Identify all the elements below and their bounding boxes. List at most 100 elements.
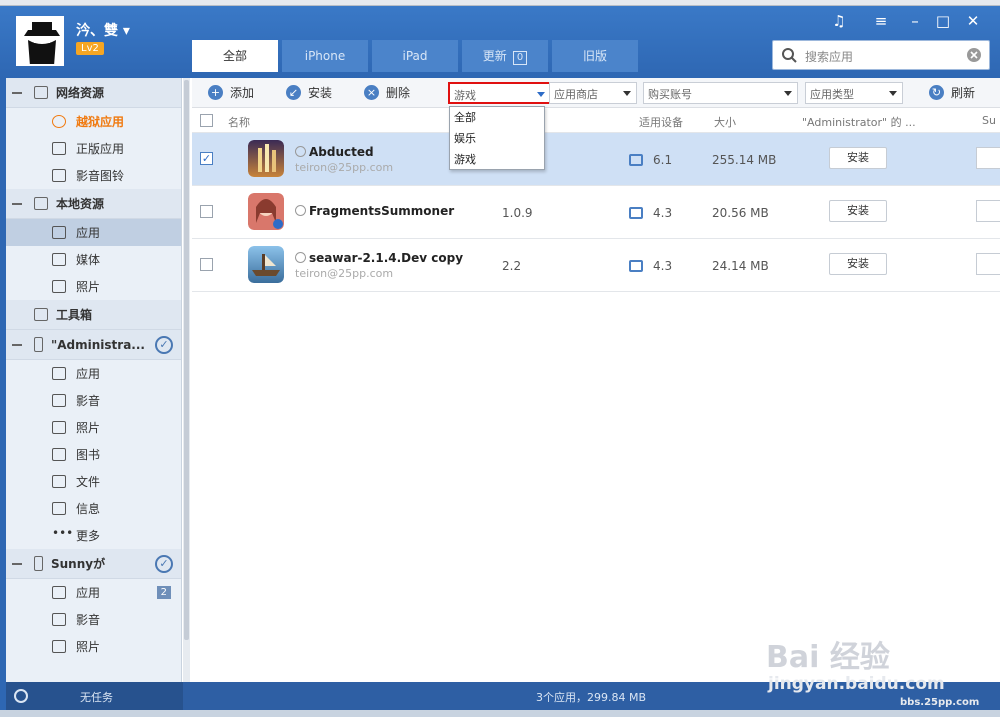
- column-device[interactable]: 适用设备: [639, 114, 683, 130]
- video-icon: [52, 253, 66, 266]
- connected-check-icon: ✓: [155, 554, 173, 573]
- sidebar-item-jailbreak-apps[interactable]: 越狱应用: [6, 108, 181, 135]
- phone-icon: [34, 556, 43, 571]
- sidebar-item-local-media[interactable]: 媒体: [6, 246, 181, 273]
- app-icon-seawar: [248, 246, 284, 283]
- sidebar-item-device-more[interactable]: ••• 更多: [6, 522, 181, 549]
- toolbar: + 添加 ↙ 安装 × 删除 游戏 应用商店 购买账号 应用类型 ↻ 刷新: [192, 78, 1000, 108]
- sidebar-group-device-admin[interactable]: "Administra... ✓: [6, 330, 181, 360]
- app-device: 4.3: [629, 259, 672, 273]
- column-name[interactable]: 名称: [228, 114, 250, 130]
- add-button[interactable]: + 添加: [208, 84, 254, 101]
- search-input[interactable]: 搜索应用: [805, 48, 853, 65]
- menu-icon[interactable]: ≡: [870, 12, 892, 30]
- grid-icon: [52, 226, 66, 239]
- window-frame-bottom: [0, 710, 1000, 717]
- install-app-button-secondary[interactable]: [976, 253, 1000, 275]
- close-icon[interactable]: ✕: [962, 12, 984, 30]
- video-icon: [52, 394, 66, 407]
- category-select[interactable]: 游戏: [448, 82, 552, 104]
- app-version: 2.2: [502, 259, 522, 273]
- sidebar-item-device-books[interactable]: 图书: [6, 441, 181, 468]
- account-select[interactable]: 购买账号: [643, 82, 798, 104]
- connected-check-icon: ✓: [155, 335, 173, 354]
- table-row[interactable]: FragmentsSummoner 1.0.9 4.3 20.56 MB 安装: [192, 186, 1000, 239]
- chevron-down-icon: [537, 92, 545, 97]
- row-checkbox[interactable]: [200, 205, 213, 218]
- music-icon[interactable]: ♫: [828, 12, 850, 30]
- install-app-button[interactable]: 安装: [829, 253, 887, 275]
- minimize-icon[interactable]: –: [904, 12, 926, 30]
- video-icon: [52, 613, 66, 626]
- device-icon: [629, 260, 643, 272]
- sidebar: 网络资源 越狱应用 正版应用 影音图铃 本地资源 应用 媒体 照片 工具箱 "A…: [6, 78, 182, 682]
- maximize-icon[interactable]: □: [932, 12, 954, 30]
- app-version: 1.0.9: [502, 206, 533, 220]
- chevron-down-icon: [784, 91, 792, 96]
- sidebar-item-device-messages[interactable]: 信息: [6, 495, 181, 522]
- install-app-button[interactable]: 安装: [829, 200, 887, 222]
- sidebar-group-toolbox[interactable]: 工具箱: [6, 300, 181, 330]
- tab-ipad[interactable]: iPad: [372, 40, 458, 72]
- download-icon: [14, 689, 28, 703]
- sidebar-item-sunny-photos[interactable]: 照片: [6, 633, 181, 660]
- tab-all[interactable]: 全部: [192, 40, 278, 72]
- sidebar-scrollbar[interactable]: [183, 78, 190, 682]
- pp-icon: [295, 146, 306, 157]
- sidebar-item-local-photos[interactable]: 照片: [6, 273, 181, 300]
- app-size: 255.14 MB: [712, 153, 777, 167]
- row-checkbox[interactable]: [200, 258, 213, 271]
- category-option-entertainment[interactable]: 娱乐: [450, 128, 544, 149]
- tab-bar: 全部 iPhone iPad 更新 0 旧版: [192, 40, 642, 72]
- clear-search-icon[interactable]: [967, 48, 981, 62]
- sidebar-item-device-files[interactable]: 文件: [6, 468, 181, 495]
- sidebar-item-sunny-media[interactable]: 影音: [6, 606, 181, 633]
- book-icon: [52, 448, 66, 461]
- column-size[interactable]: 大小: [714, 114, 736, 130]
- tab-iphone[interactable]: iPhone: [282, 40, 368, 72]
- tab-updates[interactable]: 更新 0: [462, 40, 548, 72]
- app-type-select[interactable]: 应用类型: [805, 82, 903, 104]
- sidebar-item-device-media[interactable]: 影音: [6, 387, 181, 414]
- chevron-down-icon: [889, 91, 897, 96]
- app-size: 20.56 MB: [712, 206, 769, 220]
- level-badge: Lv2: [76, 42, 104, 55]
- app-size: 24.14 MB: [712, 259, 769, 273]
- search-box[interactable]: 搜索应用: [772, 40, 990, 70]
- column-sunny[interactable]: Su: [982, 114, 996, 127]
- sidebar-item-genuine-apps[interactable]: 正版应用: [6, 135, 181, 162]
- delete-button[interactable]: × 删除: [364, 84, 410, 101]
- category-option-games[interactable]: 游戏: [450, 149, 544, 170]
- table-row[interactable]: ✓ Abducted teiron@25pp.com 6.1 255.14 MB…: [192, 133, 1000, 186]
- username[interactable]: 汵、雙 ▾: [76, 20, 130, 40]
- install-app-button[interactable]: 安装: [829, 147, 887, 169]
- sidebar-group-local[interactable]: 本地资源: [6, 189, 181, 219]
- sidebar-item-device-photos[interactable]: 照片: [6, 414, 181, 441]
- category-option-all[interactable]: 全部: [450, 107, 544, 128]
- table-row[interactable]: seawar-2.1.4.Dev copy teiron@25pp.com 2.…: [192, 239, 1000, 292]
- task-area[interactable]: 无任务: [6, 682, 183, 710]
- app-summary: 3个应用，299.84 MB: [536, 691, 647, 704]
- install-app-button-secondary[interactable]: [976, 200, 1000, 222]
- sidebar-group-network[interactable]: 网络资源: [6, 78, 181, 108]
- sidebar-item-local-apps[interactable]: 应用: [6, 219, 181, 246]
- app-device: 4.3: [629, 206, 672, 220]
- tab-old-versions[interactable]: 旧版: [552, 40, 638, 72]
- column-admin[interactable]: "Administrator" 的 ...: [802, 114, 916, 130]
- avatar[interactable]: [16, 16, 64, 66]
- app-source: teiron@25pp.com: [295, 267, 394, 280]
- sidebar-item-sunny-apps[interactable]: 应用 2: [6, 579, 181, 606]
- sidebar-item-media-ringtones[interactable]: 影音图铃: [6, 162, 181, 189]
- app-name: seawar-2.1.4.Dev copy: [295, 251, 463, 265]
- monitor-icon: [34, 197, 48, 210]
- store-select[interactable]: 应用商店: [549, 82, 637, 104]
- install-app-button-secondary[interactable]: [976, 147, 1000, 169]
- sidebar-item-device-apps[interactable]: 应用: [6, 360, 181, 387]
- row-checkbox[interactable]: ✓: [200, 152, 213, 165]
- select-all-checkbox[interactable]: [200, 114, 213, 127]
- sidebar-group-device-sunny[interactable]: Sunnyが ✓: [6, 549, 181, 579]
- install-button[interactable]: ↙ 安装: [286, 84, 332, 101]
- app-icon-fragments-summoner: [248, 193, 284, 230]
- refresh-button[interactable]: ↻ 刷新: [929, 84, 975, 101]
- app-source: teiron@25pp.com: [295, 161, 394, 174]
